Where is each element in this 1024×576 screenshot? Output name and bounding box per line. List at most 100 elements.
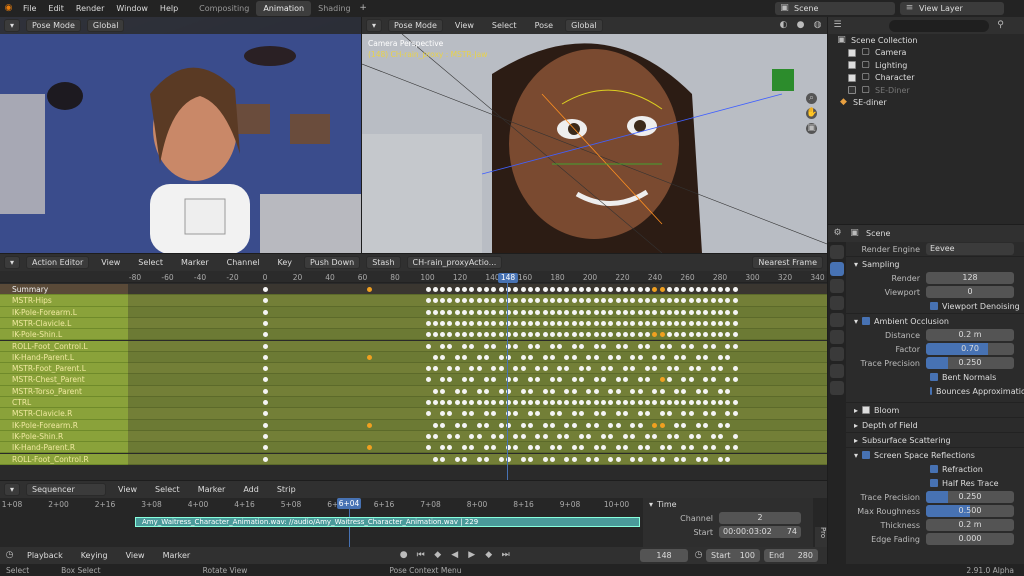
keyframe[interactable] (542, 400, 548, 405)
keyframe[interactable] (674, 400, 680, 405)
keyframe[interactable] (454, 298, 460, 304)
keyframe[interactable] (454, 332, 460, 338)
keyframe[interactable] (447, 433, 453, 439)
keyframe[interactable] (557, 332, 563, 338)
keyframe[interactable] (549, 309, 555, 315)
keyframe[interactable] (564, 298, 570, 304)
keyframe[interactable] (608, 400, 614, 405)
keyframe[interactable] (586, 433, 592, 439)
keyframe[interactable] (652, 287, 658, 292)
keyframe[interactable] (725, 422, 731, 428)
frame-ruler[interactable]: -80 -60 -40 -20 0 20 40 60 80 100 120 140 160 180 200 2… (0, 271, 827, 283)
keyframe[interactable] (593, 320, 599, 326)
max-roughness-slider[interactable]: 0.500 (926, 505, 1014, 517)
keyframe[interactable] (549, 287, 555, 292)
keyframe[interactable] (498, 309, 504, 315)
keyframe[interactable] (586, 309, 592, 315)
keyframe[interactable] (579, 287, 585, 292)
keyframe[interactable] (710, 377, 716, 383)
keyframe[interactable] (447, 445, 453, 451)
keyframe[interactable] (586, 287, 592, 292)
outliner-item-se-diner-hidden[interactable]: ▢ SE-Diner (828, 84, 1024, 97)
keyframe[interactable] (725, 320, 731, 326)
channel-keyframe-row[interactable] (128, 329, 827, 341)
keyframe[interactable] (586, 332, 592, 338)
keyframe[interactable] (557, 343, 563, 349)
keyframe[interactable] (593, 400, 599, 405)
keyframe[interactable] (586, 388, 592, 394)
keyframe[interactable] (476, 388, 482, 394)
keyframe[interactable] (432, 320, 438, 326)
keyframe[interactable] (608, 366, 614, 372)
keyframe[interactable] (542, 287, 548, 292)
bent-normals-checkbox[interactable] (930, 373, 938, 381)
keyframe[interactable] (652, 332, 658, 338)
keyframe[interactable] (432, 422, 438, 428)
keyframe[interactable] (703, 377, 709, 383)
keyframe[interactable] (484, 411, 489, 417)
keyframe[interactable] (622, 445, 628, 451)
keyframe[interactable] (732, 287, 738, 292)
keyframe[interactable] (674, 366, 680, 372)
keyframe[interactable] (527, 320, 533, 326)
channel-keyframe-row[interactable] (128, 317, 827, 330)
keyframe[interactable] (601, 411, 606, 417)
keyframe[interactable] (263, 354, 268, 360)
keyframe[interactable] (593, 377, 599, 383)
keyframe[interactable] (681, 309, 687, 315)
keyframe[interactable] (520, 400, 526, 405)
keyframe[interactable] (498, 332, 504, 338)
keyframe[interactable] (696, 456, 702, 462)
keyframe[interactable] (498, 422, 504, 428)
tool-tab[interactable] (830, 245, 844, 259)
keyframe[interactable] (718, 298, 723, 304)
keyframe[interactable] (637, 354, 643, 360)
keyframe[interactable] (732, 366, 738, 372)
keyframe[interactable] (440, 400, 446, 405)
keyframe[interactable] (432, 298, 438, 304)
keyframe[interactable] (586, 400, 592, 405)
channel-label[interactable]: IK-Pole-Forearm.R (0, 419, 128, 431)
keyframe[interactable] (622, 332, 628, 338)
keyframe[interactable] (710, 433, 716, 439)
dof-panel[interactable]: ▸ Depth of Field (846, 417, 1024, 432)
keyframe[interactable] (652, 400, 658, 405)
keyframe[interactable] (425, 332, 431, 338)
keyframe[interactable] (703, 422, 709, 428)
keyframe[interactable] (718, 388, 723, 394)
keyframe[interactable] (586, 320, 592, 326)
keyframe[interactable] (608, 456, 614, 462)
keyframe[interactable] (535, 287, 541, 292)
keyframe[interactable] (608, 320, 614, 326)
keyframe[interactable] (564, 287, 570, 292)
keyframe[interactable] (527, 309, 533, 315)
viewport-denoising-checkbox[interactable] (930, 302, 938, 310)
keyframe[interactable] (564, 422, 570, 428)
keyframe[interactable] (593, 343, 599, 349)
keyframe[interactable] (615, 320, 621, 326)
keyframe[interactable] (703, 354, 709, 360)
keyframe[interactable] (615, 445, 621, 451)
keyframe[interactable] (622, 343, 628, 349)
keyframe[interactable] (622, 400, 628, 405)
refraction-checkbox[interactable] (930, 465, 938, 473)
keyframe[interactable] (513, 366, 519, 372)
keyframe[interactable] (659, 320, 665, 326)
editor-type-icon[interactable]: ☰ (832, 20, 843, 31)
keyframe[interactable] (652, 320, 658, 326)
keyframe[interactable] (622, 366, 628, 372)
sequencer-ruler[interactable]: 1+08 2+00 2+16 3+08 4+00 4+16 5+08 6+04 6+16 7+08… (0, 498, 640, 510)
keyframe[interactable] (601, 400, 606, 405)
keyframe[interactable] (652, 456, 658, 462)
keyframe[interactable] (549, 456, 555, 462)
menu-key[interactable]: Key (271, 258, 298, 267)
keyframe[interactable] (732, 400, 738, 405)
channel-keyframe-row[interactable] (128, 284, 827, 296)
keyframe[interactable] (454, 388, 460, 394)
keyframe[interactable] (688, 309, 694, 315)
keyframe[interactable] (535, 298, 541, 304)
keyframe[interactable] (571, 456, 577, 462)
keyframe[interactable] (520, 354, 526, 360)
keyframe[interactable] (484, 343, 489, 349)
keyframe[interactable] (549, 411, 555, 417)
